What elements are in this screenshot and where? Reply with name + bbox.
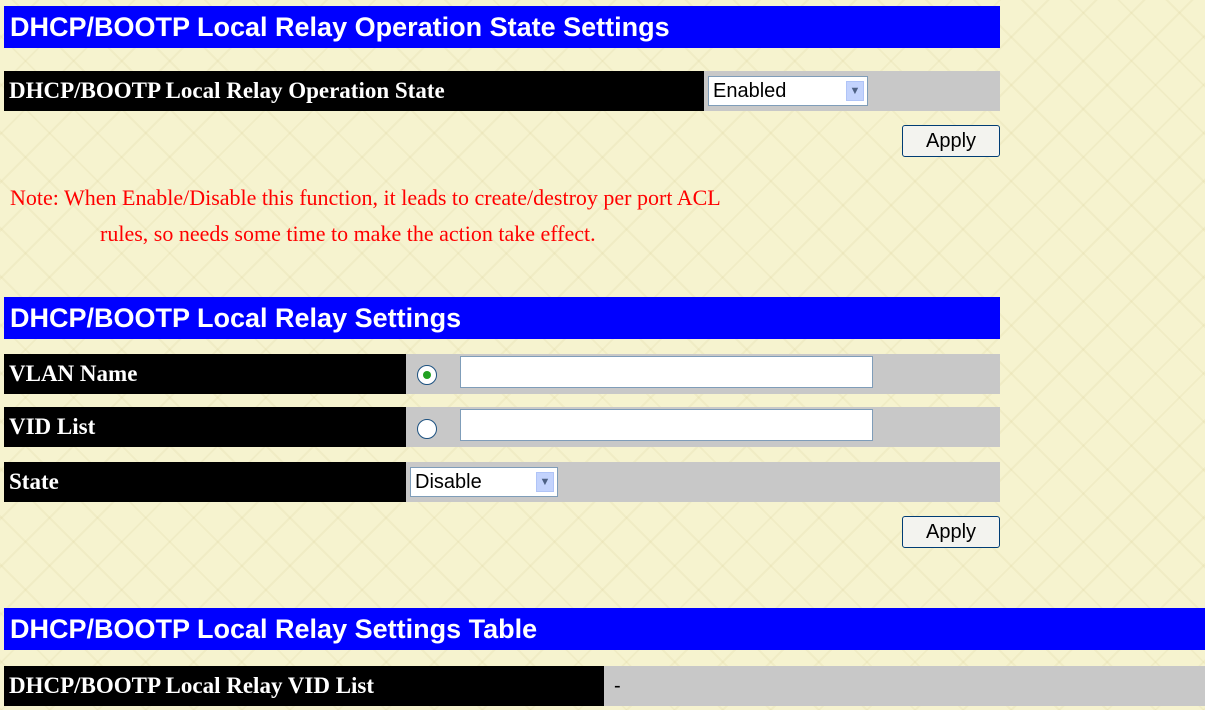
state-value: Disable [415,471,482,493]
relay-settings-section-title: DHCP/BOOTP Local Relay Settings [4,297,1000,339]
operation-state-row: DHCP/BOOTP Local Relay Operation State E… [4,71,1000,111]
vlan-name-input[interactable] [460,356,873,388]
relay-table-row: DHCP/BOOTP Local Relay VID List - [4,666,1205,706]
vid-list-label: VID List [4,407,406,447]
operation-state-apply-button[interactable]: Apply [902,125,1000,157]
vid-list-input[interactable] [460,409,873,441]
radio-selected-icon[interactable] [417,365,437,385]
operation-state-select[interactable]: Enabled ▼ [708,76,868,106]
operation-state-section-title: DHCP/BOOTP Local Relay Operation State S… [4,6,1000,48]
operation-state-value: Enabled [713,80,787,102]
radio-dot [423,371,431,379]
main-content: DHCP/BOOTP Local Relay Operation State S… [0,0,1205,710]
vid-list-row: VID List [4,407,1000,447]
radio-unselected-icon[interactable] [417,419,437,439]
state-row: State Disable ▼ [4,462,1000,502]
chevron-down-icon[interactable]: ▼ [536,472,554,492]
relay-table-section-title: DHCP/BOOTP Local Relay Settings Table [4,608,1205,650]
vlan-name-label: VLAN Name [4,354,406,394]
state-select[interactable]: Disable ▼ [410,467,558,497]
relay-vid-list-label: DHCP/BOOTP Local Relay VID List [4,666,604,706]
operation-state-label: DHCP/BOOTP Local Relay Operation State [4,71,704,111]
relay-vid-list-value: - [614,675,621,697]
note-line-2: rules, so needs some time to make the ac… [100,221,596,246]
relay-settings-apply-button[interactable]: Apply [902,516,1000,548]
state-label: State [4,462,406,502]
note-line-1: Note: When Enable/Disable this function,… [10,185,721,210]
chevron-down-icon[interactable]: ▼ [846,81,864,101]
vlan-name-row: VLAN Name [4,354,1000,394]
